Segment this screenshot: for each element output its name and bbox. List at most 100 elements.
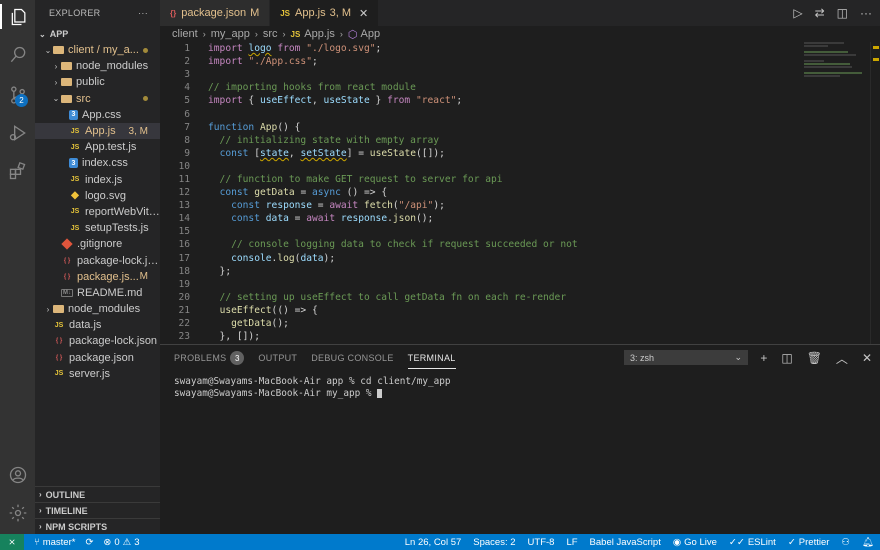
- more-actions-icon[interactable]: ···: [138, 8, 148, 18]
- chevron-right-icon: ›: [202, 29, 206, 39]
- file-tree-item[interactable]: › node_modules: [35, 301, 160, 317]
- close-icon[interactable]: ✕: [862, 351, 872, 365]
- explorer-icon[interactable]: [0, 4, 35, 29]
- line-number: 18: [178, 265, 190, 277]
- tab-app-js[interactable]: JS App.js 3, M ✕: [270, 0, 380, 26]
- close-icon[interactable]: ✕: [359, 7, 368, 20]
- file-tree-item[interactable]: { } package.js... M: [35, 269, 160, 285]
- settings-gear-icon[interactable]: [5, 500, 30, 525]
- file-tree-item[interactable]: M↓ README.md: [35, 285, 160, 301]
- line-number: 4: [184, 82, 190, 94]
- terminal-prompt: swayam@Swayams-MacBook-Air my_app %: [174, 388, 378, 399]
- bell-icon[interactable]: 🔔︎: [862, 537, 874, 548]
- tab-problems[interactable]: PROBLEMS 3: [174, 345, 245, 371]
- branch-status[interactable]: ⑂ master*: [34, 537, 75, 548]
- file-tree-item[interactable]: ◆ logo.svg: [35, 188, 160, 204]
- line-number: 1: [184, 43, 190, 55]
- status-bar: ⨯ ⑂ master* ⟳ ⊗ 0 ⚠ 3 Ln 26, Col 57 Spac…: [0, 534, 880, 550]
- source-control-icon[interactable]: 2: [5, 82, 30, 107]
- file-tree-item[interactable]: { } package.json: [35, 350, 160, 366]
- chevron-down-icon: ⌄: [52, 94, 60, 104]
- code-text: import { useEffect, useState } from "rea…: [208, 95, 463, 107]
- file-tree-label: package-lock.json: [69, 335, 158, 348]
- workspace-root[interactable]: ⌄ APP: [35, 26, 160, 42]
- file-tree-item[interactable]: › public: [35, 74, 160, 90]
- file-tree: ⌄ client / my_a... › node_modules › public ⌄ sr…: [35, 42, 160, 382]
- account-icon[interactable]: [5, 462, 30, 487]
- eslint-status[interactable]: ✓✓ ESLint: [729, 537, 776, 548]
- sync-status[interactable]: ⟳: [85, 537, 93, 548]
- editor-tabs: {} package.json M JS App.js 3, M ✕ ▷ ⇄ ◫…: [160, 0, 880, 26]
- code-line: 23 }, []);: [160, 330, 880, 343]
- live-share-icon[interactable]: ⚇: [841, 537, 850, 548]
- indentation[interactable]: Spaces: 2: [473, 537, 515, 548]
- modified-dot-icon: [143, 45, 148, 56]
- code-line: 20 // setting up useEffect to call getDa…: [160, 291, 880, 304]
- code-text: const [state, setState] = useState([]);: [219, 147, 445, 159]
- code-line: 17 console.log(data);: [160, 252, 880, 265]
- file-tree-item[interactable]: 3 App.css: [35, 107, 160, 123]
- file-tree-item[interactable]: JS reportWebVita...: [35, 204, 160, 220]
- js-file-icon: JS: [70, 224, 80, 232]
- extensions-icon[interactable]: [5, 158, 30, 183]
- run-icon[interactable]: ▷: [793, 6, 802, 20]
- tab-package-json[interactable]: {} package.json M: [160, 0, 271, 26]
- chevron-right-icon: ›: [254, 29, 258, 39]
- npm-scripts-section[interactable]: › NPM SCRIPTS: [35, 518, 160, 534]
- folder-icon: [61, 78, 72, 87]
- split-terminal-icon[interactable]: ◫: [781, 351, 792, 365]
- minimap[interactable]: [804, 42, 868, 92]
- breadcrumb-item[interactable]: App.js: [304, 28, 335, 40]
- file-tree-item[interactable]: ⌄ client / my_a...: [35, 42, 160, 58]
- open-changes-icon[interactable]: ⇄: [815, 6, 825, 20]
- breadcrumb-item[interactable]: App: [360, 28, 380, 40]
- js-file-icon: JS: [290, 29, 301, 39]
- prettier-status[interactable]: ✓ Prettier: [788, 537, 830, 548]
- file-tree-item[interactable]: JS App.js 3, M: [35, 122, 160, 140]
- go-live-button[interactable]: ◉ Go Live: [673, 537, 717, 548]
- language-mode[interactable]: Babel JavaScript: [590, 537, 661, 548]
- search-icon[interactable]: [5, 42, 30, 67]
- file-tree-item[interactable]: JS server.js: [35, 366, 160, 382]
- file-tree-item[interactable]: JS data.js: [35, 317, 160, 333]
- chevron-right-icon: ›: [282, 29, 286, 39]
- cursor-position[interactable]: Ln 26, Col 57: [405, 537, 462, 548]
- problems-status[interactable]: ⊗ 0 ⚠ 3: [103, 537, 139, 548]
- tab-terminal[interactable]: TERMINAL: [407, 345, 456, 371]
- svg-file-icon: ◆: [71, 190, 79, 202]
- file-tree-item[interactable]: .gitignore: [35, 236, 160, 252]
- terminal-select[interactable]: 3: zsh ⌄: [624, 350, 748, 365]
- trash-icon[interactable]: 🗑: [807, 351, 822, 365]
- run-debug-icon[interactable]: [5, 120, 30, 145]
- json-file-icon: { }: [63, 257, 71, 264]
- file-tree-item[interactable]: › node_modules: [35, 58, 160, 74]
- remote-icon[interactable]: ⨯: [0, 534, 24, 550]
- line-number: 15: [178, 226, 190, 238]
- file-tree-item[interactable]: 3 index.css: [35, 155, 160, 171]
- file-tree-item[interactable]: ⌄ src: [35, 91, 160, 107]
- editor-scrollbar[interactable]: [870, 42, 880, 344]
- outline-section[interactable]: › OUTLINE: [35, 486, 160, 502]
- file-tree-label: setupTests.js: [85, 222, 149, 235]
- file-tree-item[interactable]: { } package-lock.js...: [35, 252, 160, 268]
- timeline-section[interactable]: › TIMELINE: [35, 502, 160, 518]
- breadcrumb-item[interactable]: my_app: [211, 28, 250, 40]
- code-text: import logo from "./logo.svg";: [208, 43, 382, 55]
- file-tree-item[interactable]: { } package-lock.json: [35, 333, 160, 349]
- end-of-line[interactable]: LF: [566, 537, 577, 548]
- breadcrumb-item[interactable]: client: [172, 28, 198, 40]
- encoding[interactable]: UTF-8: [528, 537, 555, 548]
- code-editor[interactable]: 1 import logo from "./logo.svg"; 2 import "…: [160, 42, 880, 344]
- breadcrumb-item[interactable]: src: [263, 28, 278, 40]
- new-terminal-icon[interactable]: +: [760, 351, 767, 365]
- file-tree-item[interactable]: JS setupTests.js: [35, 220, 160, 236]
- line-number: 5: [184, 95, 190, 107]
- maximize-panel-icon[interactable]: ︿: [836, 350, 848, 367]
- file-tree-item[interactable]: JS index.js: [35, 172, 160, 188]
- tab-output[interactable]: OUTPUT: [258, 345, 297, 371]
- more-actions-icon[interactable]: ···: [860, 6, 872, 20]
- file-tree-item[interactable]: JS App.test.js: [35, 139, 160, 155]
- split-editor-icon[interactable]: ◫: [837, 6, 848, 20]
- terminal-output[interactable]: swayam@Swayams-MacBook-Air app % cd clie…: [160, 371, 880, 405]
- tab-debug-console[interactable]: DEBUG CONSOLE: [311, 345, 393, 371]
